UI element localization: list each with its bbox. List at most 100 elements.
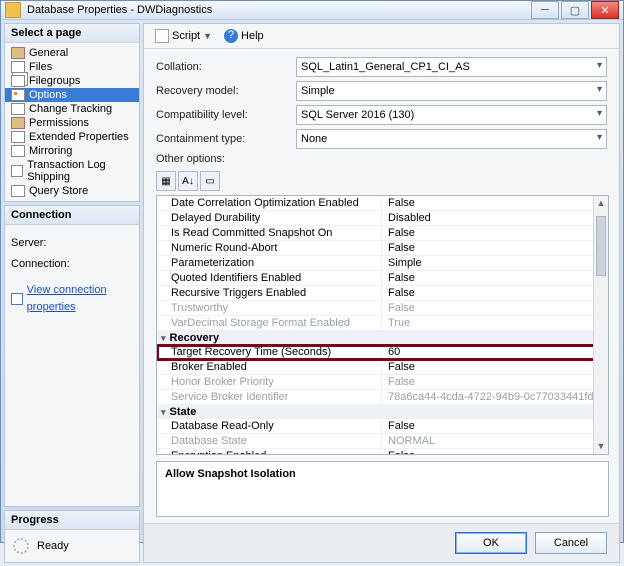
maximize-button[interactable]: ▢ <box>561 1 589 19</box>
property-row[interactable]: ParameterizationSimple <box>157 256 608 271</box>
property-value[interactable]: False <box>382 375 608 389</box>
property-name: Trustworthy <box>157 301 382 315</box>
description-title: Allow Snapshot Isolation <box>165 468 600 480</box>
grid-props-button[interactable]: ▭ <box>200 171 220 191</box>
property-value[interactable]: False <box>382 286 608 300</box>
script-icon <box>155 29 169 43</box>
select-page-header: Select a page <box>5 24 139 43</box>
help-icon: ? <box>224 29 238 43</box>
page-extended-properties[interactable]: Extended Properties <box>5 130 139 144</box>
close-button[interactable]: ✕ <box>591 1 619 19</box>
connection-header: Connection <box>5 206 139 225</box>
property-value[interactable]: Disabled <box>382 211 608 225</box>
page-txlog-shipping[interactable]: Transaction Log Shipping <box>5 158 139 184</box>
property-name: Database Read-Only <box>157 419 382 433</box>
property-row[interactable]: Target Recovery Time (Seconds)60 <box>157 345 608 360</box>
property-row[interactable]: Date Correlation Optimization EnabledFal… <box>157 196 608 211</box>
property-row[interactable]: Broker EnabledFalse <box>157 360 608 375</box>
property-name: Numeric Round-Abort <box>157 241 382 255</box>
property-value[interactable]: False <box>382 226 608 240</box>
cancel-button[interactable]: Cancel <box>535 532 607 554</box>
property-row[interactable]: Encryption EnabledFalse <box>157 449 608 455</box>
property-row[interactable]: Numeric Round-AbortFalse <box>157 241 608 256</box>
property-row[interactable]: Service Broker Identifier78a6ca44-4cda-4… <box>157 390 608 405</box>
property-value[interactable]: False <box>382 196 608 210</box>
extprops-icon <box>11 131 25 143</box>
property-value[interactable]: False <box>382 449 608 455</box>
permissions-icon <box>11 117 25 129</box>
page-permissions[interactable]: Permissions <box>5 116 139 130</box>
files-icon <box>11 61 25 73</box>
recovery-select[interactable]: Simple <box>296 81 607 101</box>
property-row[interactable]: Database StateNORMAL <box>157 434 608 449</box>
property-value[interactable]: False <box>382 241 608 255</box>
property-value[interactable]: NORMAL <box>382 434 608 448</box>
page-filegroups[interactable]: Filegroups <box>5 74 139 88</box>
progress-header: Progress <box>5 511 139 530</box>
compat-select[interactable]: SQL Server 2016 (130) <box>296 105 607 125</box>
property-row[interactable]: Database Read-OnlyFalse <box>157 419 608 434</box>
collation-select[interactable]: SQL_Latin1_General_CP1_CI_AS <box>296 57 607 77</box>
general-icon <box>11 47 25 59</box>
mirroring-icon <box>11 145 25 157</box>
property-name: Date Correlation Optimization Enabled <box>157 196 382 210</box>
property-row[interactable]: Recursive Triggers EnabledFalse <box>157 286 608 301</box>
property-name: Target Recovery Time (Seconds) <box>157 345 382 359</box>
property-value[interactable]: False <box>382 301 608 315</box>
property-row[interactable]: TrustworthyFalse <box>157 301 608 316</box>
property-value[interactable]: False <box>382 419 608 433</box>
help-button[interactable]: ?Help <box>221 28 267 44</box>
app-icon <box>5 2 21 18</box>
page-query-store[interactable]: Query Store <box>5 184 139 198</box>
containment-label: Containment type: <box>156 133 296 145</box>
property-name: Service Broker Identifier <box>157 390 382 404</box>
property-name: Quoted Identifiers Enabled <box>157 271 382 285</box>
property-row[interactable]: Is Read Committed Snapshot OnFalse <box>157 226 608 241</box>
property-section[interactable]: Recovery <box>157 331 608 345</box>
progress-spinner-icon <box>13 538 29 554</box>
grid-scrollbar[interactable]: ▲ ▼ <box>593 196 608 454</box>
property-value[interactable]: 78a6ca44-4cda-4722-94b9-0c77033441fd <box>382 390 608 404</box>
property-value[interactable]: True <box>382 316 608 330</box>
property-name: Database State <box>157 434 382 448</box>
minimize-button[interactable]: ─ <box>531 1 559 19</box>
toolbar: Script▼ ?Help <box>144 24 619 49</box>
scroll-down-icon[interactable]: ▼ <box>594 439 608 454</box>
property-grid: Date Correlation Optimization EnabledFal… <box>156 195 609 455</box>
property-name: Broker Enabled <box>157 360 382 374</box>
page-change-tracking[interactable]: Change Tracking <box>5 102 139 116</box>
page-mirroring[interactable]: Mirroring <box>5 144 139 158</box>
progress-status: Ready <box>37 540 69 552</box>
titlebar[interactable]: Database Properties - DWDiagnostics ─ ▢ … <box>1 1 623 20</box>
txlog-icon <box>11 165 23 177</box>
page-files[interactable]: Files <box>5 60 139 74</box>
description-pane: Allow Snapshot Isolation <box>156 461 609 517</box>
property-value[interactable]: False <box>382 360 608 374</box>
property-value[interactable]: 60 <box>382 345 608 359</box>
other-options-label: Other options: <box>156 153 296 165</box>
property-row[interactable]: Quoted Identifiers EnabledFalse <box>157 271 608 286</box>
property-row[interactable]: Honor Broker PriorityFalse <box>157 375 608 390</box>
dialog-window: Database Properties - DWDiagnostics ─ ▢ … <box>0 0 624 543</box>
property-value[interactable]: Simple <box>382 256 608 270</box>
property-name: VarDecimal Storage Format Enabled <box>157 316 382 330</box>
containment-select[interactable]: None <box>296 129 607 149</box>
property-value[interactable]: False <box>382 271 608 285</box>
options-icon <box>11 89 25 101</box>
property-row[interactable]: Delayed DurabilityDisabled <box>157 211 608 226</box>
grid-sort-button[interactable]: A↓ <box>178 171 198 191</box>
property-row[interactable]: VarDecimal Storage Format EnabledTrue <box>157 316 608 331</box>
connection-icon <box>11 293 23 305</box>
page-options[interactable]: Options <box>5 88 139 102</box>
script-dropdown-icon[interactable]: ▼ <box>203 31 212 41</box>
property-name: Is Read Committed Snapshot On <box>157 226 382 240</box>
grid-categorized-button[interactable]: ▦ <box>156 171 176 191</box>
scroll-up-icon[interactable]: ▲ <box>594 196 608 211</box>
property-section[interactable]: State <box>157 405 608 419</box>
view-connection-link[interactable]: View connection properties <box>11 282 133 315</box>
page-list: General Files Filegroups Options Change … <box>5 43 139 201</box>
scroll-thumb[interactable] <box>596 216 606 276</box>
script-button[interactable]: Script▼ <box>152 28 215 44</box>
ok-button[interactable]: OK <box>455 532 527 554</box>
page-general[interactable]: General <box>5 46 139 60</box>
